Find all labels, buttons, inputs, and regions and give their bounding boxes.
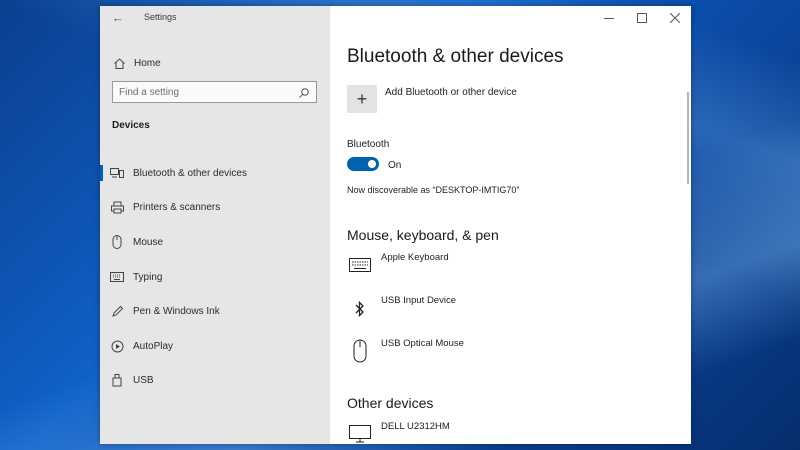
keyboard-icon — [347, 252, 373, 278]
add-device-button[interactable]: + Add Bluetooth or other device — [347, 85, 517, 113]
plus-icon: + — [347, 85, 377, 113]
sidebar-item-autoplay[interactable]: AutoPlay — [100, 329, 330, 364]
window-controls — [592, 6, 691, 30]
home-label: Home — [134, 57, 161, 69]
bluetooth-label: Bluetooth — [347, 139, 390, 150]
bluetooth-devices-icon — [110, 166, 124, 180]
close-icon — [669, 13, 680, 23]
sidebar-item-home[interactable]: Home — [112, 52, 322, 74]
search-icon[interactable] — [298, 86, 310, 98]
add-device-label: Add Bluetooth or other device — [385, 86, 517, 98]
keyboard-icon — [110, 270, 124, 284]
bluetooth-toggle[interactable] — [347, 157, 379, 171]
device-name: USB Optical Mouse — [381, 338, 464, 349]
group-heading-mouse-keyboard-pen: Mouse, keyboard, & pen — [347, 227, 499, 243]
sidebar-item-printers[interactable]: Printers & scanners — [100, 191, 330, 226]
sidebar-item-mouse[interactable]: Mouse — [100, 225, 330, 260]
usb-icon — [110, 374, 124, 388]
device-usb-optical-mouse[interactable]: USB Optical Mouse — [347, 338, 667, 378]
page-title: Bluetooth & other devices — [347, 46, 564, 67]
device-usb-input[interactable]: USB Input Device — [347, 295, 667, 335]
sidebar-item-label: AutoPlay — [133, 340, 174, 352]
discoverable-text: Now discoverable as “DESKTOP-IMTIG70” — [347, 185, 520, 195]
sidebar-item-usb[interactable]: USB — [100, 364, 330, 399]
group-heading-other-devices: Other devices — [347, 395, 434, 411]
home-icon — [112, 56, 126, 70]
sidebar-item-bluetooth[interactable]: Bluetooth & other devices — [100, 156, 330, 191]
search-box[interactable] — [112, 81, 317, 103]
minimize-button[interactable] — [592, 6, 625, 30]
section-heading: Devices — [112, 120, 150, 131]
device-apple-keyboard[interactable]: Apple Keyboard — [347, 252, 667, 292]
back-arrow-icon: ← — [111, 10, 125, 25]
main-content: Bluetooth & other devices + Add Bluetoot… — [330, 6, 691, 444]
device-name: USB Input Device — [381, 295, 456, 306]
title-bar: ← Settings — [100, 6, 330, 30]
printer-icon — [110, 201, 124, 215]
nav-list: Bluetooth & other devices Printers & sca… — [100, 156, 330, 398]
scrollbar[interactable] — [687, 92, 689, 184]
sidebar-item-label: Pen & Windows Ink — [133, 306, 220, 318]
sidebar-item-label: Typing — [133, 271, 163, 283]
back-button[interactable]: ← — [108, 9, 128, 27]
device-name: DELL U2312HM — [381, 421, 450, 432]
settings-window: ← Settings Home Devices Bluetooth & othe… — [100, 6, 691, 444]
mouse-icon — [110, 235, 124, 250]
autoplay-icon — [110, 339, 124, 353]
sidebar: ← Settings Home Devices Bluetooth & othe… — [100, 6, 330, 444]
sidebar-item-label: Mouse — [133, 236, 164, 248]
device-dell-monitor[interactable]: DELL U2312HM — [347, 421, 667, 444]
search-input[interactable] — [119, 85, 289, 99]
sidebar-item-typing[interactable]: Typing — [100, 260, 330, 295]
sidebar-item-pen[interactable]: Pen & Windows Ink — [100, 294, 330, 329]
maximize-icon — [636, 13, 647, 23]
device-name: Apple Keyboard — [381, 252, 449, 263]
pen-icon — [110, 305, 124, 319]
close-button[interactable] — [658, 6, 691, 30]
sidebar-item-label: Bluetooth & other devices — [133, 167, 247, 179]
sidebar-item-label: Printers & scanners — [133, 202, 221, 214]
app-title: Settings — [144, 12, 177, 22]
monitor-icon — [347, 421, 373, 444]
sidebar-item-label: USB — [133, 375, 154, 387]
maximize-button[interactable] — [625, 6, 658, 30]
minimize-icon — [603, 18, 614, 19]
mouse-icon — [347, 338, 373, 364]
toggle-knob — [368, 160, 376, 168]
bluetooth-icon — [347, 296, 373, 322]
bluetooth-state: On — [388, 160, 402, 171]
